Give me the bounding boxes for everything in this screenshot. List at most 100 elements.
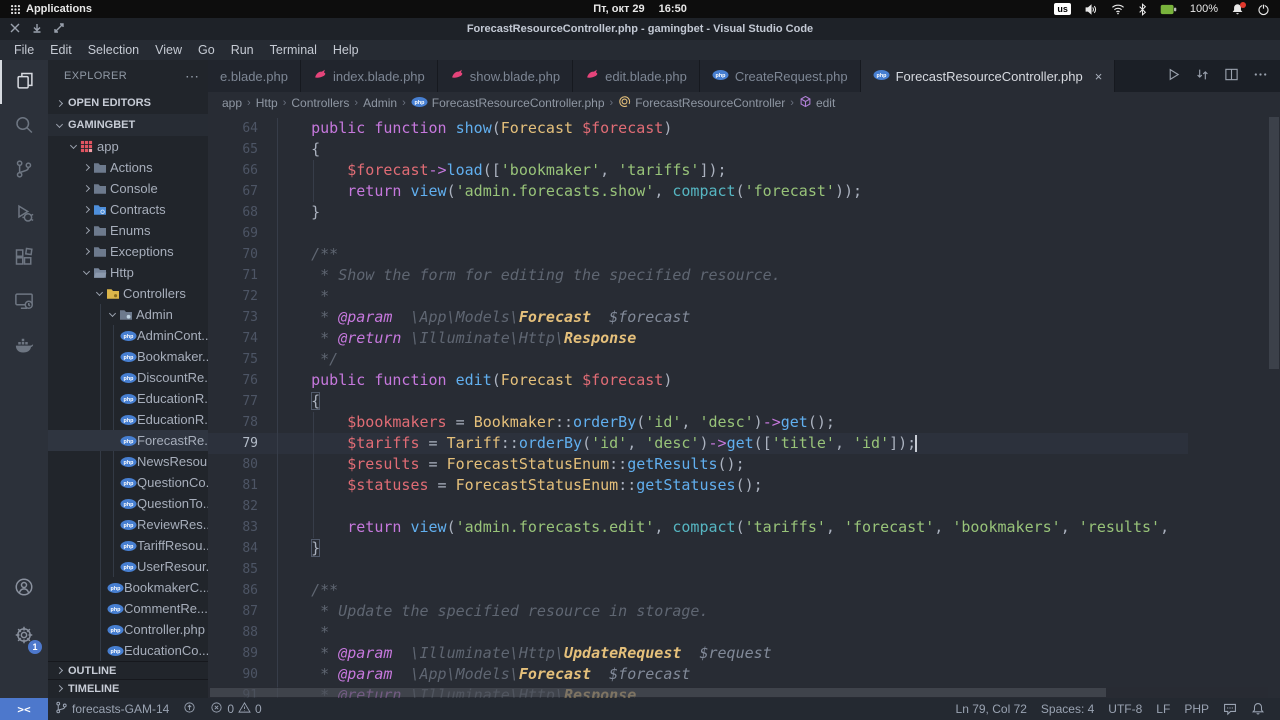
code-line[interactable]: {: [275, 391, 1169, 412]
timeline-section[interactable]: TIMELINE: [48, 679, 208, 697]
tab-editbladephp[interactable]: edit.blade.php: [573, 60, 700, 92]
activity-docker[interactable]: [0, 324, 48, 368]
menu-item-help[interactable]: Help: [325, 40, 367, 60]
code-line[interactable]: return view('admin.forecasts.show', comp…: [275, 181, 1169, 202]
activity-remote-explorer[interactable]: [0, 280, 48, 324]
menu-item-go[interactable]: Go: [190, 40, 223, 60]
activity-run-debug[interactable]: [0, 192, 48, 236]
code-line[interactable]: */: [275, 349, 1169, 370]
remote-indicator[interactable]: ><: [0, 698, 48, 720]
vertical-scrollbar-thumb[interactable]: [1269, 117, 1279, 369]
code-line[interactable]: }: [275, 538, 1169, 559]
tab-forecastresourcecontrollerphp[interactable]: php ForecastResourceController.php ×: [860, 60, 1116, 92]
activity-explorer[interactable]: [0, 60, 48, 104]
run-icon[interactable]: [1166, 67, 1181, 85]
tree-item-http[interactable]: Http: [48, 262, 208, 283]
code-line[interactable]: * @param \App\Models\Forecast $forecast: [275, 307, 1169, 328]
tree-item-educationco[interactable]: php EducationCo...: [48, 640, 208, 661]
tree-item-app[interactable]: app: [48, 136, 208, 157]
status-lf[interactable]: LF: [1149, 702, 1177, 716]
open-editors-section[interactable]: OPEN EDITORS: [48, 92, 208, 114]
power-icon[interactable]: [1257, 3, 1270, 16]
code-content[interactable]: public function show(Forecast $forecast)…: [275, 118, 1169, 698]
breadcrumb-item-app[interactable]: app: [222, 96, 242, 110]
minimap[interactable]: [1188, 114, 1268, 698]
tree-item-tariffresou[interactable]: php TariffResou...: [48, 535, 208, 556]
clock[interactable]: Пт, окт 29 16:50: [593, 3, 687, 15]
tab-showbladephp[interactable]: show.blade.php: [437, 60, 574, 92]
window-maximize-icon[interactable]: [54, 22, 64, 36]
volume-icon[interactable]: [1084, 3, 1098, 16]
menu-item-selection[interactable]: Selection: [80, 40, 147, 60]
bell-icon[interactable]: [1244, 702, 1272, 716]
status-utf-8[interactable]: UTF-8: [1101, 702, 1149, 716]
code-line[interactable]: /**: [275, 244, 1169, 265]
code-line[interactable]: * @return \Illuminate\Http\Response: [275, 328, 1169, 349]
tree-item-admincont[interactable]: php AdminCont...: [48, 325, 208, 346]
tree-item-userresour[interactable]: phpUserResour...: [48, 556, 208, 577]
code-line[interactable]: $statuses = ForecastStatusEnum::getStatu…: [275, 475, 1169, 496]
tree-item-bookmaker[interactable]: php Bookmaker...: [48, 346, 208, 367]
tree-item-reviewres[interactable]: php ReviewRes...: [48, 514, 208, 535]
tree-item-commentre[interactable]: php CommentRe...: [48, 598, 208, 619]
code-line[interactable]: * Update the specified resource in stora…: [275, 601, 1169, 622]
breadcrumb-item-forecastresourcecontroller[interactable]: ForecastResourceController: [618, 95, 785, 111]
tab-createrequestphp[interactable]: php CreateRequest.php: [699, 60, 861, 92]
code-line[interactable]: return view('admin.forecasts.edit', comp…: [275, 517, 1169, 538]
split-editor-icon[interactable]: [1224, 67, 1239, 85]
notifications-icon[interactable]: [1231, 1, 1246, 16]
tree-item-console[interactable]: Console: [48, 178, 208, 199]
tree-item-bookmakerc[interactable]: php BookmakerC...: [48, 577, 208, 598]
code-line[interactable]: * @param \Illuminate\Http\UpdateRequest …: [275, 643, 1169, 664]
code-line[interactable]: $forecast->load(['bookmaker', 'tariffs']…: [275, 160, 1169, 181]
activity-source-control[interactable]: [0, 148, 48, 192]
status-ln[interactable]: Ln 79, Col 72: [949, 702, 1034, 716]
bluetooth-icon[interactable]: [1138, 2, 1147, 16]
more-actions-icon[interactable]: [1253, 67, 1268, 85]
tree-item-controllers[interactable]: Controllers: [48, 283, 208, 304]
code-line[interactable]: $bookmakers = Bookmaker::orderBy('id', '…: [275, 412, 1169, 433]
keyboard-layout-indicator[interactable]: us: [1054, 3, 1071, 15]
tree-item-actions[interactable]: Actions: [48, 157, 208, 178]
git-branch-item[interactable]: forecasts-GAM-14: [48, 698, 176, 720]
tree-item-exceptions[interactable]: Exceptions: [48, 241, 208, 262]
tree-item-questionco[interactable]: phpQuestionCo...: [48, 472, 208, 493]
activity-search[interactable]: [0, 104, 48, 148]
activity-accounts[interactable]: [0, 566, 48, 610]
code-line[interactable]: $results = ForecastStatusEnum::getResult…: [275, 454, 1169, 475]
explorer-more-actions-icon[interactable]: ⋯: [185, 68, 200, 85]
code-line[interactable]: public function show(Forecast $forecast): [275, 118, 1169, 139]
breadcrumb-item-http[interactable]: Http: [256, 96, 278, 110]
tree-item-contracts[interactable]: Contracts: [48, 199, 208, 220]
code-line[interactable]: {: [275, 139, 1169, 160]
tab-ebladephp[interactable]: e.blade.php: [208, 60, 301, 92]
menu-item-terminal[interactable]: Terminal: [262, 40, 325, 60]
code-line[interactable]: * @param \App\Models\Forecast $forecast: [275, 664, 1169, 685]
breadcrumb-item-controllers[interactable]: Controllers: [291, 96, 349, 110]
breadcrumb-item-forecastresourcecontrollerphp[interactable]: php ForecastResourceController.php: [411, 96, 605, 111]
tree-item-questionto[interactable]: php QuestionTo...: [48, 493, 208, 514]
tree-item-forecastre[interactable]: php ForecastRe...: [48, 430, 208, 451]
tree-item-discountre[interactable]: php DiscountRe...: [48, 367, 208, 388]
tree-item-educationr[interactable]: php EducationR...: [48, 409, 208, 430]
code-editor[interactable]: 64 65 66 67 68 69 70 71 72 73 74 75 76 77 78 79 80 81 82 83…: [208, 114, 1280, 698]
breadcrumb-item-admin[interactable]: Admin: [363, 96, 397, 110]
wifi-icon[interactable]: [1111, 3, 1125, 15]
code-line[interactable]: *: [275, 286, 1169, 307]
horizontal-scrollbar-thumb[interactable]: [210, 688, 1106, 697]
tree-item-educationr[interactable]: php EducationR...: [48, 388, 208, 409]
menu-item-edit[interactable]: Edit: [42, 40, 80, 60]
sync-button[interactable]: [176, 698, 203, 720]
tree-item-admin[interactable]: Admin: [48, 304, 208, 325]
menu-item-view[interactable]: View: [147, 40, 190, 60]
menu-item-run[interactable]: Run: [223, 40, 262, 60]
tree-item-controllerphp[interactable]: php Controller.php: [48, 619, 208, 640]
close-tab-icon[interactable]: ×: [1095, 69, 1103, 84]
project-section[interactable]: GAMINGBET: [48, 114, 208, 136]
code-line[interactable]: public function edit(Forecast $forecast): [275, 370, 1169, 391]
tree-item-enums[interactable]: Enums: [48, 220, 208, 241]
breadcrumb-item-edit[interactable]: edit: [799, 95, 835, 111]
applications-menu[interactable]: Applications: [0, 0, 102, 18]
window-minimize-icon[interactable]: [32, 23, 42, 36]
horizontal-scrollbar[interactable]: [208, 687, 1268, 698]
